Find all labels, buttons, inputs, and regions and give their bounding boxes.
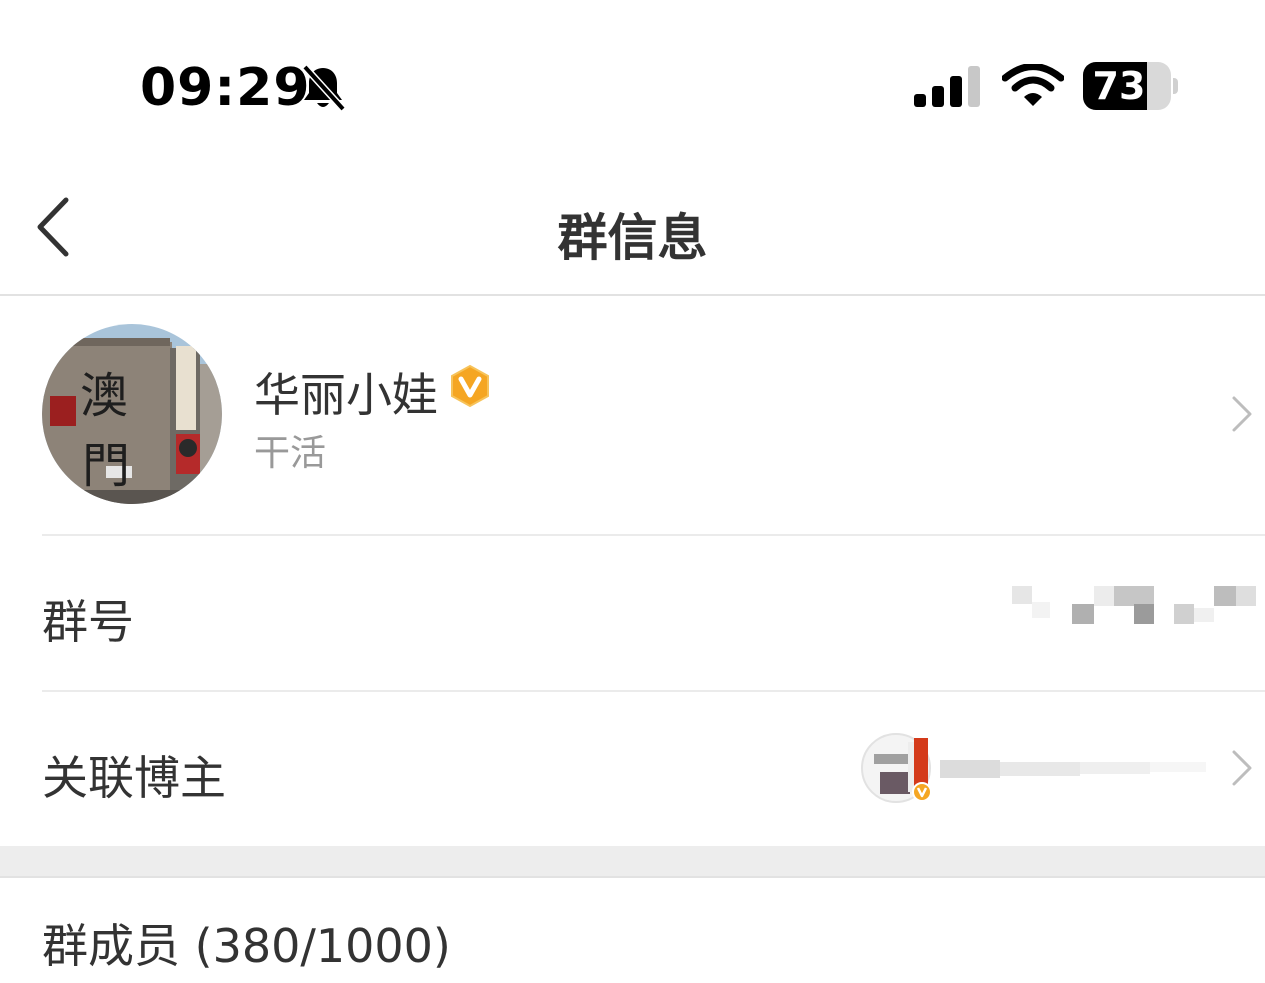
status-time: 09:29 (140, 58, 311, 118)
group-id-label: 群号 (42, 595, 134, 649)
navigation-bar: 群信息 (0, 160, 1265, 296)
linked-blogger-avatar (861, 733, 932, 803)
group-id-row: 群号 (0, 536, 1265, 690)
verified-v-badge-icon (451, 364, 489, 408)
group-avatar: 澳 門 (42, 324, 222, 504)
group-subtitle: 干活 (254, 433, 327, 474)
linked-blogger-row[interactable]: 关联博主 (0, 692, 1265, 846)
group-profile-row[interactable]: 澳 門 华丽小娃 干活 (0, 296, 1265, 534)
bell-slash-icon (302, 64, 346, 112)
group-name: 华丽小娃 (254, 368, 438, 422)
group-id-value-pixelated (1012, 586, 1256, 624)
cellular-signal-icon (914, 66, 980, 107)
linked-blogger-name-blurred (940, 760, 1206, 778)
chevron-right-icon (1232, 396, 1252, 432)
page-title: 群信息 (557, 209, 708, 267)
linked-blogger-label: 关联博主 (42, 751, 226, 805)
status-bar: 09:29 73 (0, 0, 1265, 160)
chevron-right-icon (1232, 750, 1252, 786)
section-separator (0, 846, 1265, 878)
battery-percent: 73 (1092, 64, 1146, 108)
svg-text:澳: 澳 (80, 368, 128, 424)
group-members-row[interactable]: 群成员 (380/1000) (42, 910, 451, 976)
battery-icon: 73 (1083, 62, 1171, 110)
wifi-icon (1002, 64, 1064, 106)
svg-text:門: 門 (82, 438, 130, 494)
battery-cap (1173, 78, 1178, 94)
